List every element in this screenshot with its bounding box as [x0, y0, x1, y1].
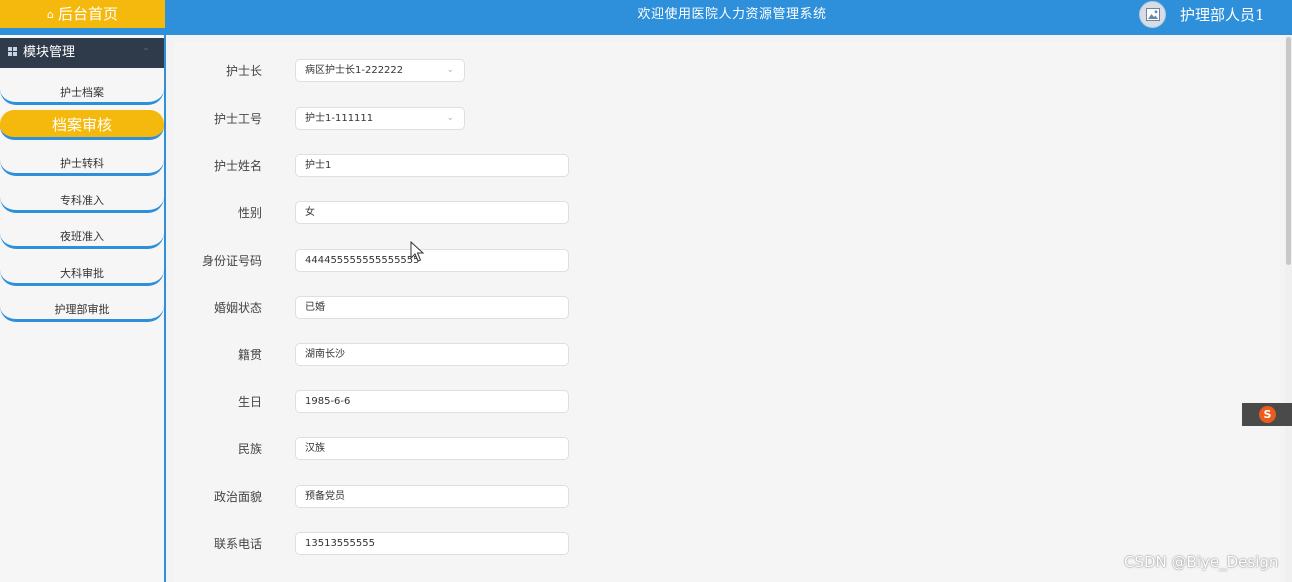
form-row-native-place: 籍贯 湖南长沙: [174, 343, 594, 367]
ethnicity-input[interactable]: 汉族: [295, 437, 569, 460]
native-place-input[interactable]: 湖南长沙: [295, 343, 569, 366]
watermark: CSDN @Biye_Design: [1124, 553, 1279, 571]
field-label: 婚姻状态: [213, 301, 262, 315]
form-row-gender: 性别 女: [174, 201, 594, 225]
module-header-label: 模块管理: [23, 45, 76, 60]
sidebar-item-department-approval[interactable]: 大科审批: [0, 264, 164, 286]
chevron-up-icon: ⌃: [141, 47, 150, 58]
form-row-nurse-name: 护士姓名 护士1: [174, 154, 594, 178]
cursor-icon: [410, 241, 424, 262]
nurse-id-select[interactable]: 护士1-111111 ⌄: [295, 107, 465, 130]
field-label: 联系电话: [213, 537, 262, 551]
field-label: 性别: [237, 206, 262, 220]
form-row-ethnicity: 民族 汉族: [174, 437, 594, 461]
scrollbar-thumb[interactable]: [1286, 37, 1291, 265]
sidebar-item-night-shift-access[interactable]: 夜班准入: [0, 227, 164, 249]
id-number-input[interactable]: 444455555555555555: [295, 249, 569, 272]
form-row-marital-status: 婚姻状态 已婚: [174, 296, 594, 320]
head-nurse-select[interactable]: 病区护士长1-222222 ⌄: [295, 59, 465, 82]
sidebar: 模块管理 ⌃ 护士档案 档案审核 护士转科 专科准入 夜班准入 大科审批 护理部…: [0, 35, 166, 582]
sogou-icon: S: [1259, 406, 1276, 423]
form-row-nurse-id: 护士工号 护士1-111111 ⌄: [174, 107, 594, 131]
top-bar: ⌂ 后台首页 欢迎使用医院人力资源管理系统 护理部人员1: [0, 0, 1292, 35]
political-status-input[interactable]: 预备党员: [295, 485, 569, 508]
birthday-input[interactable]: 1985-6-6: [295, 390, 569, 413]
form-row-political-status: 政治面貌 预备党员: [174, 485, 594, 509]
field-label: 政治面貌: [213, 490, 262, 504]
gender-input[interactable]: 女: [295, 201, 569, 224]
nurse-name-input[interactable]: 护士1: [295, 154, 569, 177]
sidebar-item-nurse-transfer[interactable]: 护士转科: [0, 154, 164, 176]
module-management-header[interactable]: 模块管理 ⌃: [0, 38, 164, 68]
field-label: 护士姓名: [213, 159, 262, 173]
scrollbar[interactable]: [1285, 35, 1292, 582]
ime-toolbar[interactable]: S: [1242, 403, 1292, 426]
sidebar-item-nurse-archive[interactable]: 护士档案: [0, 83, 164, 105]
system-title: 欢迎使用医院人力资源管理系统: [637, 7, 827, 22]
user-name[interactable]: 护理部人员1: [1180, 0, 1265, 30]
image-icon: [1146, 8, 1160, 21]
phone-input[interactable]: 13513555555: [295, 532, 569, 555]
field-label: 护士长: [225, 64, 262, 78]
form-panel: 护士长 病区护士长1-222222 ⌄ 护士工号 护士1-111111 ⌄ 护士姓名…: [174, 42, 1280, 582]
form-row-id-number: 身份证号码 444455555555555555: [174, 249, 594, 273]
avatar[interactable]: [1139, 1, 1166, 28]
form-row-birthday: 生日 1985-6-6: [174, 390, 594, 414]
form-row-head-nurse: 护士长 病区护士长1-222222 ⌄: [174, 59, 594, 83]
grid-icon: [8, 47, 17, 56]
field-label: 生日: [237, 395, 262, 409]
sidebar-item-specialty-access[interactable]: 专科准入: [0, 191, 164, 213]
field-label: 身份证号码: [201, 254, 262, 268]
form-row-phone: 联系电话 13513555555: [174, 532, 594, 556]
chevron-down-icon: ⌄: [446, 65, 454, 75]
field-label: 民族: [237, 442, 262, 456]
sidebar-item-archive-review[interactable]: 档案审核: [0, 110, 164, 140]
marital-status-input[interactable]: 已婚: [295, 296, 569, 319]
field-label: 籍贯: [237, 348, 262, 362]
chevron-down-icon: ⌄: [446, 113, 454, 123]
field-label: 护士工号: [213, 112, 262, 126]
sidebar-item-nursing-dept-approval[interactable]: 护理部审批: [0, 300, 164, 322]
